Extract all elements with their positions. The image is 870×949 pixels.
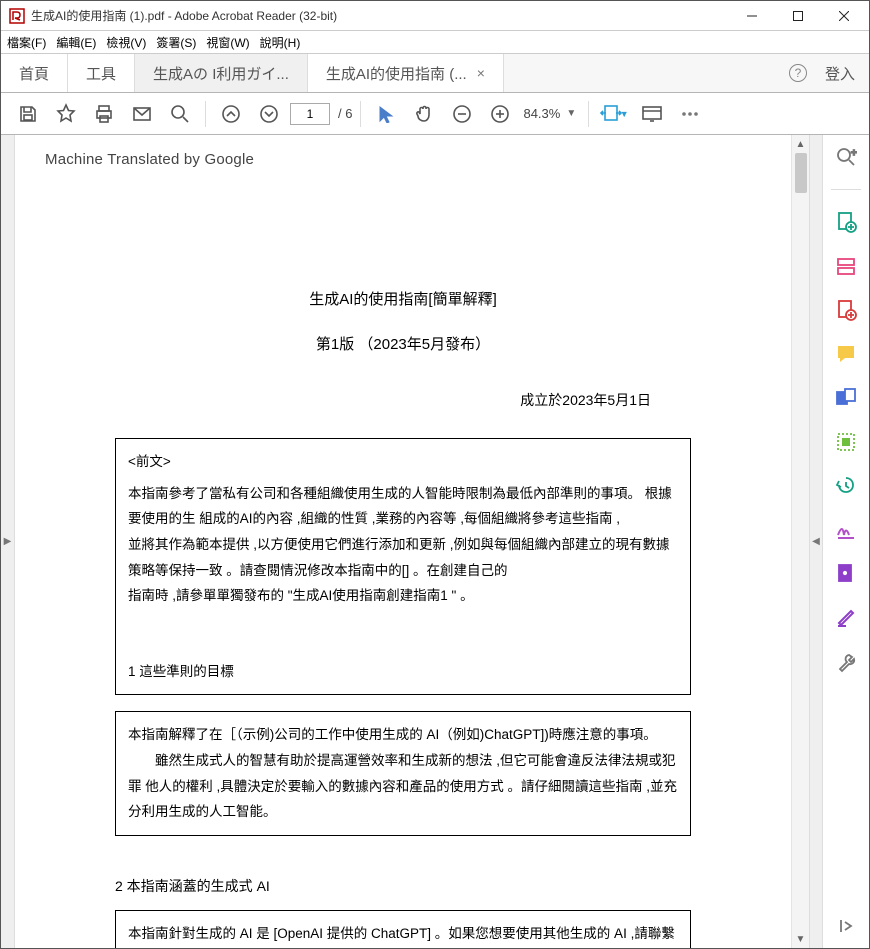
zoom-dropdown-icon[interactable]: ▼ (566, 108, 576, 119)
toolbar: / 6 84.3% ▼ ▼ (1, 93, 869, 135)
tab-doc-2[interactable]: 生成AI的使用指南 (... × (308, 54, 504, 92)
right-panel-toggle[interactable]: ◀ (809, 135, 823, 948)
document-view[interactable]: Machine Translated by Google 生成AI的使用指南[簡… (15, 135, 791, 948)
section-1-heading: 1 這些準則的目標 (128, 659, 678, 685)
print-icon[interactable] (87, 97, 121, 131)
protect-icon[interactable] (834, 562, 858, 586)
menu-help[interactable]: 說明(H) (260, 34, 301, 51)
close-tab-icon[interactable]: × (477, 65, 485, 81)
zoom-out-icon[interactable] (445, 97, 479, 131)
doc-version: 第1版 （2023年5月發布） (45, 333, 761, 354)
doc-title: 生成AI的使用指南[簡單解釋] (45, 288, 761, 309)
svg-text:+: + (851, 148, 857, 159)
menu-file[interactable]: 檔案(F) (7, 34, 46, 51)
edit-pdf-icon[interactable] (834, 254, 858, 278)
more-tools-sidebar-icon[interactable] (834, 650, 858, 674)
fit-width-icon[interactable]: ▼ (597, 97, 631, 131)
pointer-icon[interactable] (369, 97, 403, 131)
search-icon[interactable] (163, 97, 197, 131)
sign-icon[interactable] (834, 518, 858, 542)
comment-icon[interactable] (834, 342, 858, 366)
fill-sign-icon[interactable] (834, 606, 858, 630)
signin-button[interactable]: 登入 (825, 63, 855, 84)
page-up-icon[interactable] (214, 97, 248, 131)
email-icon[interactable] (125, 97, 159, 131)
menu-sign[interactable]: 簽署(S) (156, 34, 196, 51)
help-icon[interactable]: ? (789, 64, 807, 82)
section-1-box: 本指南解釋了在［（示例)公司的工作中使用生成的 AI（例如)ChatGPT])時… (115, 711, 691, 836)
doc-date: 成立於2023年5月1日 (45, 390, 761, 410)
preface-body: 本指南參考了當私有公司和各種組織使用生成的人智能時限制為最低內部準則的事項。 根… (128, 481, 678, 609)
organize-icon[interactable] (834, 430, 858, 454)
preface-heading: <前文> (128, 449, 678, 475)
save-icon[interactable] (11, 97, 45, 131)
tab-home[interactable]: 首頁 (1, 54, 68, 92)
menu-bar: 檔案(F) 編輯(E) 檢視(V) 簽署(S) 視窗(W) 說明(H) (1, 31, 869, 53)
page-total: / 6 (338, 106, 352, 121)
preface-box: <前文> 本指南參考了當私有公司和各種組織使用生成的人智能時限制為最低內部準則的… (115, 438, 691, 695)
close-button[interactable] (821, 1, 867, 31)
chevron-right-icon: ▶ (4, 536, 12, 547)
section-2-heading: 2 本指南涵蓋的生成式 AI (115, 876, 691, 896)
tab-doc-1[interactable]: 生成Aの I利用ガイ... (135, 54, 308, 92)
zoom-in-icon[interactable] (483, 97, 517, 131)
menu-view[interactable]: 檢視(V) (106, 34, 146, 51)
app-logo-icon (9, 8, 25, 24)
mt-banner: Machine Translated by Google (45, 151, 761, 168)
menu-window[interactable]: 視窗(W) (206, 34, 249, 51)
hand-icon[interactable] (407, 97, 441, 131)
read-mode-icon[interactable] (635, 97, 669, 131)
compress-icon[interactable] (834, 474, 858, 498)
star-icon[interactable] (49, 97, 83, 131)
zoom-value: 84.3% (523, 106, 560, 121)
section-2-box: 本指南針對生成的 AI 是 [OpenAI 提供的 ChatGPT] 。如果您想… (115, 910, 691, 948)
minimize-button[interactable] (729, 1, 775, 31)
page-down-icon[interactable] (252, 97, 286, 131)
combine-icon[interactable] (834, 386, 858, 410)
menu-edit[interactable]: 編輯(E) (56, 34, 96, 51)
create-pdf-icon[interactable] (834, 298, 858, 322)
search-tool-icon[interactable]: + (834, 145, 858, 169)
page-number-input[interactable] (290, 103, 330, 125)
scroll-thumb[interactable] (795, 153, 807, 193)
scroll-down-icon[interactable]: ▼ (792, 930, 809, 948)
expand-panel-icon[interactable] (834, 914, 858, 938)
window-title: 生成AI的使用指南 (1).pdf - Adobe Acrobat Reader… (31, 7, 729, 24)
export-pdf-icon[interactable] (834, 210, 858, 234)
more-tools-icon[interactable] (673, 97, 707, 131)
chevron-left-icon: ◀ (812, 536, 820, 547)
tools-sidebar: + (823, 135, 869, 948)
left-panel-toggle[interactable]: ▶ (1, 135, 15, 948)
maximize-button[interactable] (775, 1, 821, 31)
vertical-scrollbar[interactable]: ▲ ▼ (791, 135, 809, 948)
tab-tools[interactable]: 工具 (68, 54, 135, 92)
scroll-up-icon[interactable]: ▲ (792, 135, 809, 153)
